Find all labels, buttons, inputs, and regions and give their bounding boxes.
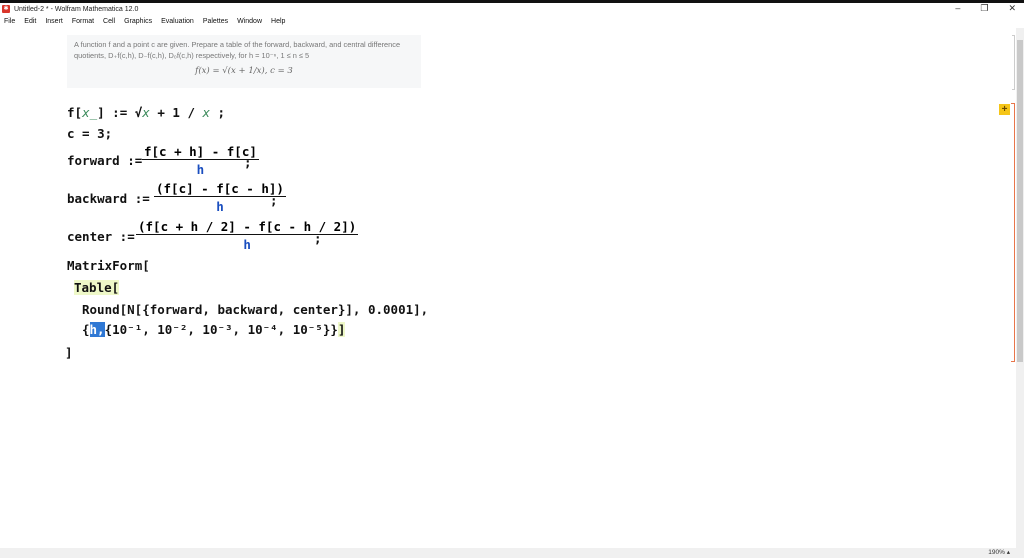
menu-bar: File Edit Insert Format Cell Graphics Ev… xyxy=(0,15,1024,27)
center-denominator: h xyxy=(243,237,251,252)
table-bracket: [ xyxy=(111,280,120,295)
forward-numerator: f[c + h] - f[c] xyxy=(142,144,259,160)
backward-fraction[interactable]: (f[c] - f[c - h]) h xyxy=(154,181,286,214)
problem-formula: f(x) = √(x + 1/x), c = 3 xyxy=(195,66,293,76)
semicolon: ; xyxy=(270,193,278,208)
problem-line-1: A function f and a point c are given. Pr… xyxy=(74,40,401,49)
window-title: Untitled-2 * - Wolfram Mathematica 12.0 xyxy=(14,5,139,13)
close-button[interactable]: ✕ xyxy=(1008,3,1016,14)
code-text: ] := √ xyxy=(97,105,143,120)
backward-denominator: h xyxy=(216,199,224,214)
restore-button[interactable]: ❐ xyxy=(980,3,988,14)
text-cell-bracket[interactable] xyxy=(1012,35,1015,90)
vertical-scrollbar[interactable] xyxy=(1016,28,1024,548)
menu-help[interactable]: Help xyxy=(271,18,285,25)
problem-text-cell[interactable]: A function f and a point c are given. Pr… xyxy=(67,35,421,88)
menu-palettes[interactable]: Palettes xyxy=(203,18,228,25)
var-x: x xyxy=(142,105,150,120)
center-fraction[interactable]: (f[c + h / 2] - f[c - h / 2]) h xyxy=(136,219,359,252)
backward-lhs[interactable]: backward := xyxy=(67,191,150,206)
center-lhs[interactable]: center := xyxy=(67,229,135,244)
matrixform-close: ] xyxy=(65,345,73,360)
menu-edit[interactable]: Edit xyxy=(24,18,36,25)
pattern-var: x_ xyxy=(82,105,98,120)
menu-cell[interactable]: Cell xyxy=(103,18,115,25)
backward-numerator: (f[c] - f[c - h]) xyxy=(154,181,286,197)
code-line-c[interactable]: c = 3; xyxy=(67,126,112,141)
menu-file[interactable]: File xyxy=(4,18,15,25)
menu-insert[interactable]: Insert xyxy=(45,18,63,25)
minimize-button[interactable]: – xyxy=(955,3,960,14)
menu-evaluation[interactable]: Evaluation xyxy=(161,18,194,25)
table-close-bracket: ] xyxy=(337,322,346,337)
table-line[interactable]: Table[ xyxy=(74,280,120,295)
matrixform-line[interactable]: MatrixForm[ xyxy=(67,258,150,273)
forward-fraction[interactable]: f[c + h] - f[c] h xyxy=(142,144,259,177)
title-bar: ✱ Untitled-2 * - Wolfram Mathematica 12.… xyxy=(0,3,1024,15)
zoom-level[interactable]: 190% xyxy=(988,549,1005,556)
forward-denominator: h xyxy=(196,162,205,177)
var-x: x xyxy=(202,105,211,120)
selected-h[interactable]: h, xyxy=(89,322,105,337)
code-text: + 1 / xyxy=(149,105,203,120)
round-line[interactable]: Round[N[{forward, backward, center}], 0.… xyxy=(82,302,428,317)
code-line-f-definition[interactable]: f[x_] := √x + 1 / x ; xyxy=(67,105,225,120)
iterator-line[interactable]: {h,{10⁻¹, 10⁻², 10⁻³, 10⁻⁴, 10⁻⁵}}] xyxy=(82,322,346,337)
h-values-list: {10⁻¹, 10⁻², 10⁻³, 10⁻⁴, 10⁻⁵}} xyxy=(104,322,338,337)
status-bar: 190% ▴ xyxy=(0,548,1024,558)
menu-format[interactable]: Format xyxy=(72,18,94,25)
code-text: ; xyxy=(210,105,226,120)
center-numerator: (f[c + h / 2] - f[c - h / 2]) xyxy=(136,219,359,235)
menu-window[interactable]: Window xyxy=(237,18,262,25)
code-text: f[ xyxy=(67,105,83,120)
semicolon: ; xyxy=(314,231,322,246)
mathematica-icon: ✱ xyxy=(2,5,10,13)
problem-line-2: quotients, D₊f(c,h), D₋f(c,h), D₀f(c,h) … xyxy=(74,51,310,60)
scrollbar-thumb[interactable] xyxy=(1017,40,1023,362)
menu-graphics[interactable]: Graphics xyxy=(124,18,152,25)
brace: { xyxy=(82,322,90,337)
table-function: Table xyxy=(74,280,112,295)
forward-lhs[interactable]: forward := xyxy=(67,153,142,168)
cell-insert-plus-icon[interactable]: + xyxy=(999,104,1010,115)
semicolon: ; xyxy=(244,155,252,170)
input-cell-bracket[interactable] xyxy=(1011,103,1015,362)
